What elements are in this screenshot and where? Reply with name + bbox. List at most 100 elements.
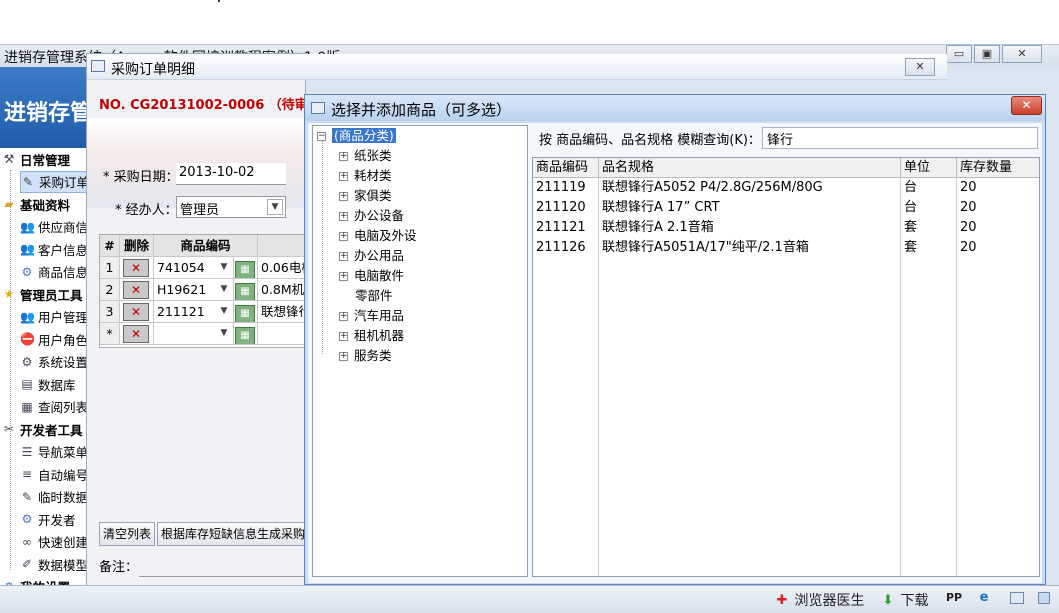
table-cell[interactable]: 211121 <box>533 218 599 238</box>
po-window-title: 采购订单明细 <box>111 62 195 78</box>
delete-row-icon[interactable]: ✕ <box>123 259 149 277</box>
window-icon[interactable] <box>1010 590 1024 606</box>
table-cell[interactable]: 套 <box>901 218 957 238</box>
nav-item[interactable]: 👥供应商信息 <box>20 216 86 238</box>
product-code-select[interactable]: 211121 ▼ <box>154 301 234 323</box>
expand-icon[interactable]: + <box>339 172 348 181</box>
row-number: 3 <box>100 301 120 323</box>
delete-row-icon[interactable]: ✕ <box>123 303 149 321</box>
remark-field[interactable] <box>139 576 305 577</box>
expand-icon[interactable]: + <box>339 312 348 321</box>
table-cell[interactable]: 台 <box>901 178 957 198</box>
delete-row-icon[interactable]: ✕ <box>123 281 149 299</box>
product-code-select[interactable]: ▼ <box>154 323 234 345</box>
table-header[interactable]: 单位 <box>901 158 957 178</box>
nav-item[interactable]: ▰ 基础资料 <box>2 193 70 215</box>
nav-item[interactable]: ≡ 自动编号 <box>20 463 86 485</box>
table-cell[interactable]: 20 <box>957 198 1039 218</box>
nav-item[interactable]: ⚙ 系统设置 <box>20 351 86 373</box>
table-header[interactable]: 库存数量 <box>957 158 1039 178</box>
tree-item[interactable]: + 办公设备 <box>339 206 404 226</box>
chevron-down-icon[interactable]: ▼ <box>217 282 231 296</box>
nav-item[interactable]: ▤ 数据库 <box>20 373 75 395</box>
ie-icon[interactable]: e <box>976 590 992 606</box>
table-cell[interactable]: 211126 <box>533 238 599 258</box>
app-banner: 进销存管理 <box>0 67 86 152</box>
expand-icon[interactable]: + <box>339 192 348 201</box>
expand-icon[interactable]: + <box>339 252 348 261</box>
expand-icon[interactable]: + <box>339 272 348 281</box>
chevron-down-icon[interactable]: ▼ <box>217 304 231 318</box>
nav-item[interactable]: ✐ 数据模型 <box>20 553 86 575</box>
po-close-button[interactable]: ✕ <box>905 58 935 76</box>
table-cell[interactable]: 联想锋行A 2.1音箱 <box>599 218 901 238</box>
lookup-calculator-icon[interactable]: ▦ <box>235 261 255 278</box>
nav-item[interactable]: ✂ 开发者工具 <box>2 418 83 440</box>
lookup-calculator-icon[interactable]: ▦ <box>235 327 255 344</box>
nav-item[interactable]: ⚒ 日常管理 <box>2 148 70 170</box>
nav-item[interactable]: ⚙ 开发者 <box>20 508 76 530</box>
tree-item[interactable]: + 电脑散件 <box>339 266 404 286</box>
generate-from-shortage-button[interactable]: 根据库存短缺信息生成采购 <box>157 522 307 546</box>
dialog-close-button[interactable]: ✕ <box>1011 96 1042 115</box>
restore-button[interactable]: ▣ <box>974 45 1000 63</box>
table-cell[interactable]: 211119 <box>533 178 599 198</box>
expand-icon[interactable]: + <box>339 352 348 361</box>
expand-icon[interactable]: + <box>339 232 348 241</box>
lookup-calculator-icon[interactable]: ▦ <box>235 305 255 322</box>
nav-item[interactable]: ☰ 导航菜单 <box>20 441 86 463</box>
handler-select[interactable]: 管理员 ▼ <box>176 196 286 218</box>
expand-icon[interactable]: + <box>339 332 348 341</box>
expand-icon[interactable]: + <box>339 212 348 221</box>
delete-row-icon[interactable]: ✕ <box>123 325 149 343</box>
table-cell[interactable]: 台 <box>901 198 957 218</box>
monitor-icon[interactable] <box>1038 590 1050 606</box>
table-cell[interactable]: 20 <box>957 178 1039 198</box>
folder-icon: ▰ <box>4 197 14 211</box>
nav-item[interactable]: ✎ 临时数据 <box>20 486 86 508</box>
tree-root[interactable]: − (商品分类) <box>317 126 396 146</box>
table-cell[interactable]: 联想锋行A5051A/17"纯平/2.1音箱 <box>599 238 901 258</box>
table-cell[interactable]: 211120 <box>533 198 599 218</box>
nav-item[interactable]: ∞ 快速创建 <box>20 531 86 553</box>
nav-item[interactable]: ✎ 采购订单 <box>20 170 86 193</box>
table-cell[interactable]: 套 <box>901 238 957 258</box>
tree-item[interactable]: + 家俱类 <box>339 186 392 206</box>
tree-item[interactable]: + 办公用品 <box>339 246 404 266</box>
main-close-button[interactable]: ✕ <box>1002 45 1042 63</box>
table-header[interactable]: 商品编码 <box>533 158 599 178</box>
chevron-down-icon[interactable]: ▼ <box>217 326 231 340</box>
nav-item[interactable]: ★ 管理员工具 <box>2 283 83 305</box>
tree-item[interactable]: + 纸张类 <box>339 146 392 166</box>
tree-item[interactable]: + 电脑及外设 <box>339 226 417 246</box>
chevron-down-icon[interactable]: ▼ <box>267 199 283 215</box>
product-code-select[interactable]: H19621 ▼ <box>154 279 234 301</box>
table-cell[interactable]: 20 <box>957 238 1039 258</box>
nav-item[interactable]: 👥 用户管理 <box>20 306 86 328</box>
nav-item[interactable]: ⛔ 用户角色 <box>20 328 86 350</box>
browser-doctor-button[interactable]: ✚ 浏览器医生 <box>774 590 865 610</box>
tree-item[interactable]: + 汽车用品 <box>339 306 404 326</box>
download-button[interactable]: ⬇ 下载 <box>880 590 929 610</box>
expand-icon[interactable]: + <box>339 152 348 161</box>
table-cell[interactable]: 联想锋行A 17” CRT <box>599 198 901 218</box>
chevron-down-icon[interactable]: ▼ <box>217 260 231 274</box>
nav-item[interactable]: ▦ 查阅列表 <box>20 396 86 418</box>
clear-list-button[interactable]: 清空列表 <box>99 522 155 546</box>
table-header[interactable]: 品名规格 <box>599 158 901 178</box>
minimize-button[interactable]: ▭ <box>946 45 972 63</box>
search-input[interactable] <box>762 127 1038 149</box>
pp-icon[interactable]: PP <box>946 590 962 606</box>
tree-item[interactable]: + 租机机器 <box>339 326 404 346</box>
tree-item[interactable]: 零部件 <box>355 286 393 306</box>
tree-item[interactable]: + 服务类 <box>339 346 392 366</box>
lookup-calculator-icon[interactable]: ▦ <box>235 283 255 300</box>
tree-item[interactable]: + 耗材类 <box>339 166 392 186</box>
date-field[interactable]: 2013-10-02 <box>176 163 286 185</box>
nav-item[interactable]: ⚙ 商品信息 <box>20 261 86 283</box>
table-cell[interactable]: 20 <box>957 218 1039 238</box>
nav-item[interactable]: 👥 客户信息 <box>20 238 86 260</box>
product-code-select[interactable]: 741054 ▼ <box>154 257 234 279</box>
table-cell[interactable]: 联想锋行A5052 P4/2.8G/256M/80G <box>599 178 901 198</box>
order-number: NO. CG20131002-0006 （待审核） <box>99 98 334 113</box>
